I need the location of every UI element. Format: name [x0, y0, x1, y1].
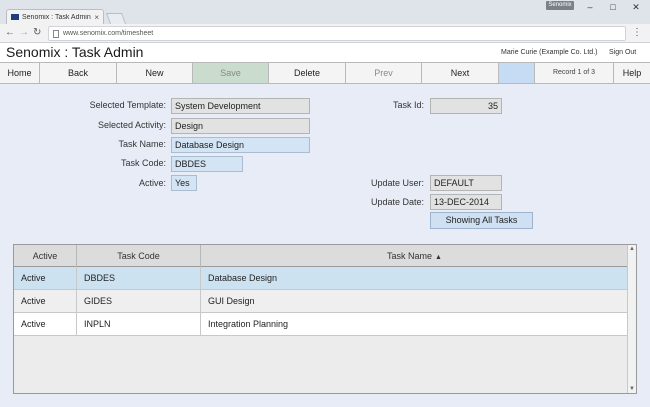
scroll-up-icon[interactable]: ▲	[628, 246, 636, 252]
selected-template-label: Selected Template:	[89, 100, 166, 110]
toolbar: Home Back New Save Delete Prev Next Reco…	[0, 62, 650, 84]
cell-active: Active	[14, 267, 77, 290]
save-button[interactable]: Save	[193, 63, 269, 83]
selected-activity-field: Design	[171, 118, 310, 134]
page-icon	[53, 29, 59, 38]
record-indicator: Record 1 of 3	[535, 63, 614, 83]
table-row[interactable]: Active INPLN Integration Planning	[14, 313, 628, 336]
browser-titlebar: Senomix : Task Administr... × Senomix – …	[0, 0, 650, 24]
task-code-label: Task Code:	[120, 158, 166, 168]
close-icon[interactable]: ✕	[626, 2, 646, 12]
home-button[interactable]: Home	[0, 63, 40, 83]
update-user-field: DEFAULT	[430, 175, 502, 191]
page-title: Senomix : Task Admin	[6, 44, 144, 60]
address-bar: ← → ↻ www.senomix.com/timesheet ⋮	[0, 24, 650, 43]
prev-button[interactable]: Prev	[346, 63, 422, 83]
main-content: Selected Template: System Development Se…	[0, 84, 650, 407]
new-tab-button[interactable]	[105, 13, 127, 24]
cell-task-code: GIDES	[77, 290, 201, 313]
sort-ascending-icon: ▲	[435, 254, 442, 261]
reload-icon[interactable]: ↻	[33, 27, 41, 39]
grid-header: Active Task Code Task Name ▲	[14, 245, 628, 267]
cell-task-name: Integration Planning	[208, 319, 289, 329]
url-input[interactable]: www.senomix.com/timesheet	[48, 26, 626, 41]
show-all-tasks-button[interactable]: Showing All Tasks	[430, 212, 533, 229]
menu-icon[interactable]: ⋮	[632, 27, 642, 38]
column-header-task-code[interactable]: Task Code	[77, 245, 201, 267]
task-id-field: 35	[430, 98, 502, 114]
new-button[interactable]: New	[117, 63, 193, 83]
update-user-label: Update User:	[370, 178, 424, 188]
cell-active: Active	[14, 313, 77, 336]
help-button[interactable]: Help	[614, 63, 650, 83]
toolbar-blank-button[interactable]	[499, 63, 535, 83]
back-button[interactable]: Back	[40, 63, 117, 83]
scroll-down-icon[interactable]: ▼	[628, 386, 636, 392]
update-date-label: Update Date:	[370, 197, 424, 207]
column-header-task-name-label: Task Name	[387, 251, 433, 261]
task-name-input[interactable]: Database Design	[171, 137, 310, 153]
delete-button[interactable]: Delete	[269, 63, 346, 83]
minimize-icon[interactable]: –	[580, 2, 600, 12]
update-date-field: 13-DEC-2014	[430, 194, 502, 210]
user-name: Marie Curie (Example Co. Ltd.)	[501, 49, 598, 56]
cell-task-name: Database Design	[208, 273, 278, 283]
arrow-right-icon[interactable]: →	[19, 27, 29, 39]
sign-out-link[interactable]: Sign Out	[609, 49, 636, 56]
task-grid: Active Task Code Task Name ▲ Active DBDES…	[13, 244, 637, 394]
next-button[interactable]: Next	[422, 63, 499, 83]
active-select[interactable]: Yes	[171, 175, 197, 191]
profile-badge[interactable]: Senomix	[546, 1, 574, 10]
arrow-left-icon[interactable]: ←	[5, 27, 15, 39]
task-code-input[interactable]: DBDES	[171, 156, 243, 172]
cell-task-code: DBDES	[77, 267, 201, 290]
selected-template-field: System Development	[171, 98, 310, 114]
app-header: Senomix : Task Admin Marie Curie (Exampl…	[0, 43, 650, 62]
grid-scrollbar[interactable]: ▲ ▼	[627, 245, 636, 393]
cell-task-name: GUI Design	[208, 296, 255, 306]
task-id-label: Task Id:	[392, 100, 424, 110]
active-label: Active:	[138, 178, 166, 188]
tab-close-icon[interactable]: ×	[94, 13, 99, 22]
cell-active: Active	[14, 290, 77, 313]
selected-activity-label: Selected Activity:	[97, 120, 166, 130]
browser-tab[interactable]: Senomix : Task Administr... ×	[6, 9, 104, 24]
tab-title: Senomix : Task Administr...	[22, 13, 92, 21]
maximize-icon[interactable]: □	[603, 2, 623, 12]
task-name-label: Task Name:	[118, 139, 166, 149]
column-header-task-name[interactable]: Task Name ▲	[201, 245, 628, 267]
favicon-icon	[11, 14, 19, 20]
cell-task-code: INPLN	[77, 313, 201, 336]
table-row[interactable]: Active GIDES GUI Design	[14, 290, 628, 313]
url-text: www.senomix.com/timesheet	[63, 30, 154, 37]
column-header-active[interactable]: Active	[14, 245, 77, 267]
table-row[interactable]: Active DBDES Database Design	[14, 267, 628, 290]
